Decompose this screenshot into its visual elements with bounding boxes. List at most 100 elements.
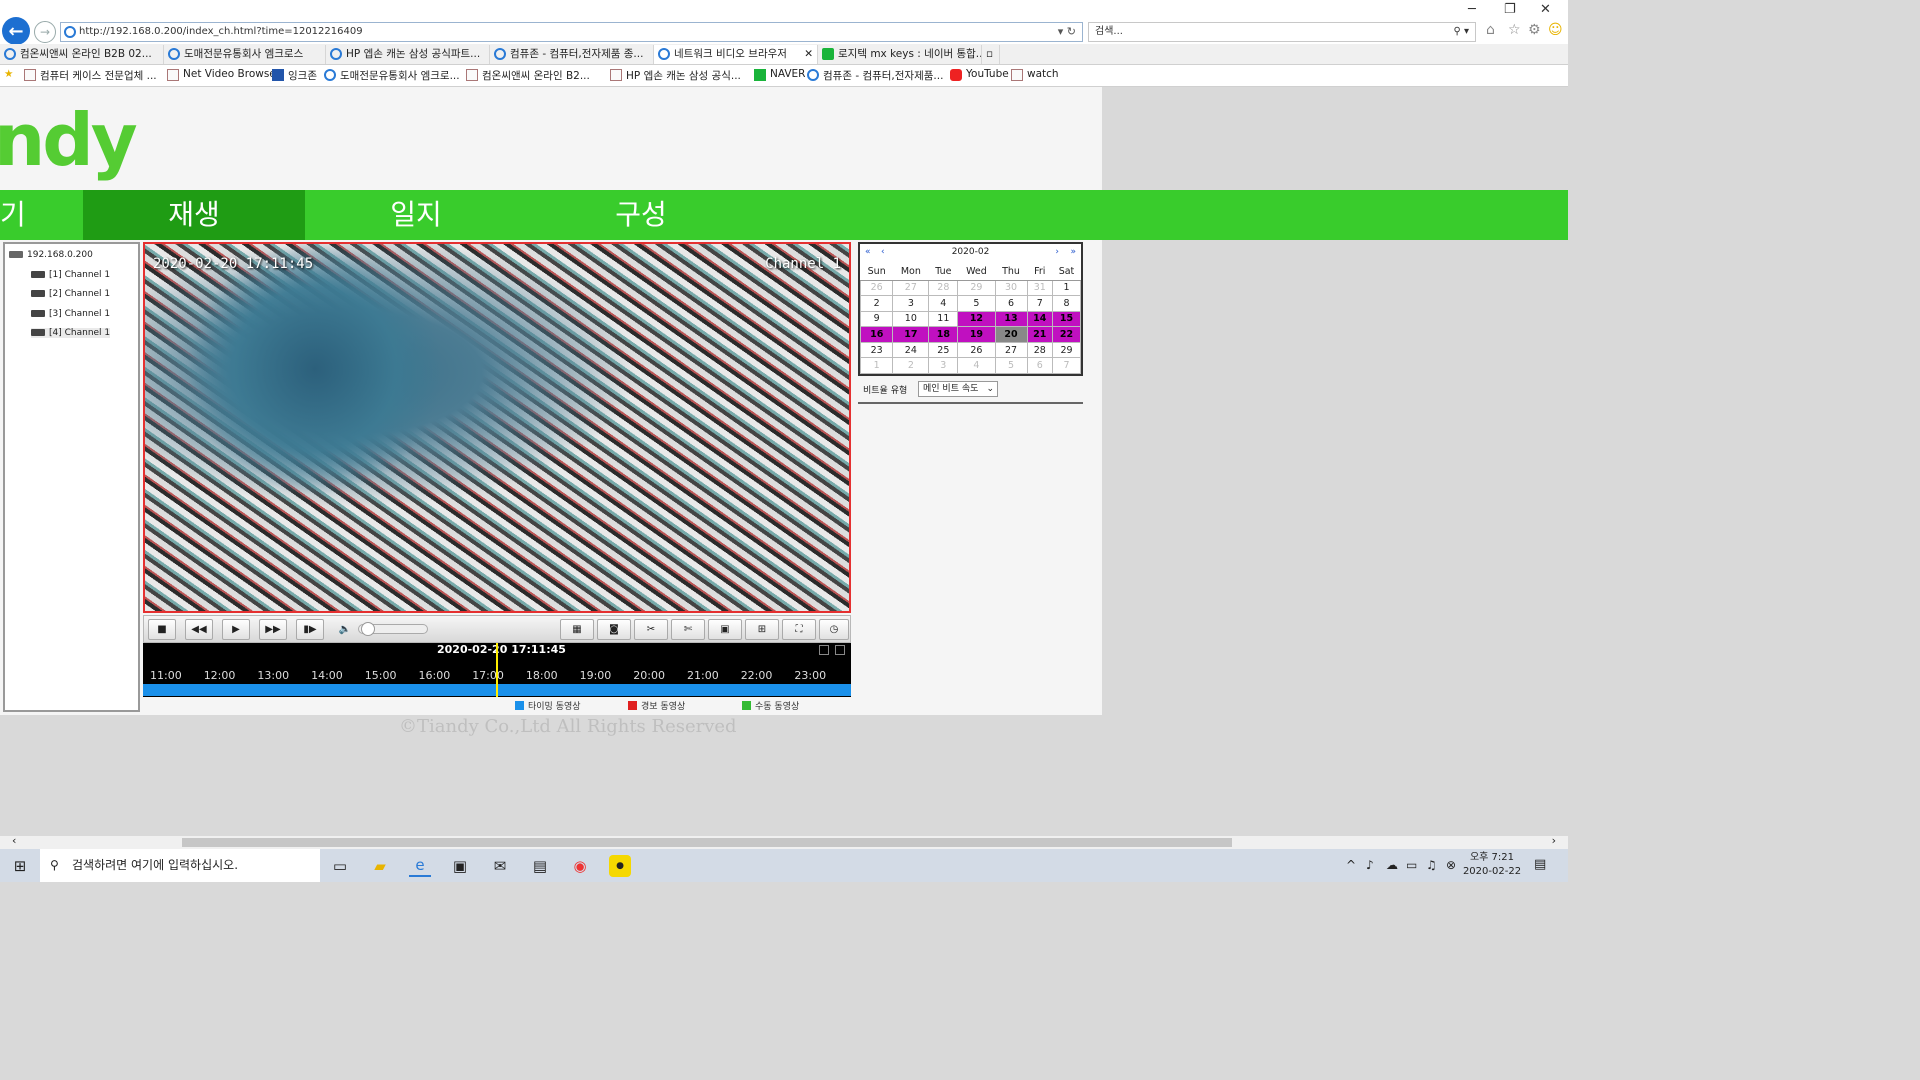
stop-button[interactable]: ■ [148, 619, 176, 640]
volume-icon[interactable]: ♫ [1426, 858, 1437, 872]
calendar-day[interactable]: 1 [1052, 279, 1081, 297]
fav-item-1[interactable]: Net Video Browser [167, 68, 280, 81]
frame-step-button[interactable]: ▮▶ [296, 619, 324, 640]
browser-search-input[interactable]: 검색... ⚲ ▾ [1088, 22, 1476, 42]
bitstream-select[interactable]: 메인 비트 속도 ⌄ [918, 381, 998, 397]
taskbar-search-input[interactable]: ⚲ 검색하려면 여기에 입력하십시오. [40, 849, 320, 882]
tree-root[interactable]: 192.168.0.200 [9, 250, 93, 260]
next-month-icon[interactable]: › [1055, 247, 1059, 257]
search-icon[interactable]: ⚲ ▾ [1453, 23, 1469, 41]
clip-start-button[interactable]: ✂ [634, 619, 668, 640]
microphone-icon[interactable]: ♪ [1366, 858, 1374, 872]
tab-0[interactable]: 컴온씨앤씨 온라인 B2B 02... [0, 45, 164, 64]
restore-icon[interactable]: ❐ [1504, 2, 1516, 17]
timeline[interactable]: 2020-02-20 17:11:45 11:00 12:00 13:00 14:00… [143, 643, 851, 697]
clip-end-button[interactable]: ✄ [671, 619, 705, 640]
calendar-day[interactable]: 18 [928, 326, 959, 343]
calendar-day[interactable]: 29 [1052, 341, 1081, 359]
chrome-icon[interactable]: ◉ [569, 855, 591, 877]
calendar-day[interactable]: 23 [859, 341, 894, 359]
calendar-day[interactable]: 11 [928, 310, 959, 328]
tab-3[interactable]: 컴퓨존 - 컴퓨터,전자제품 종... [490, 45, 654, 64]
calendar-day[interactable]: 7 [1052, 357, 1081, 375]
calendar-day[interactable]: 15 [1052, 310, 1081, 328]
scroll-left-icon[interactable]: ‹ [12, 834, 16, 847]
windows-start-icon[interactable]: ⊞ [9, 855, 31, 877]
calendar-day[interactable]: 2 [892, 357, 930, 375]
calculator-icon[interactable]: ▤ [529, 855, 551, 877]
fav-item-5[interactable]: HP 엡손 캐논 삼성 공식... [610, 68, 741, 83]
menu-item-log[interactable]: 일지 [305, 190, 527, 240]
gear-icon[interactable]: ⚙ [1528, 22, 1541, 38]
tree-channel-2[interactable]: [2] Channel 1 [31, 289, 110, 299]
horizontal-scrollbar[interactable]: ‹ › [0, 834, 1568, 849]
close-tab-icon[interactable]: ✕ [804, 45, 813, 64]
fast-button[interactable]: ▶▶ [259, 619, 287, 640]
calendar-day-selected[interactable]: 20 [994, 326, 1028, 343]
close-window-icon[interactable]: ✕ [1540, 2, 1551, 17]
mail-icon[interactable]: ✉ [489, 855, 511, 877]
kakaotalk-icon[interactable]: ● [609, 855, 631, 877]
tree-channel-4[interactable]: [4] Channel 1 [31, 328, 111, 338]
volume-handle[interactable] [361, 622, 375, 636]
tab-1[interactable]: 도매전문유통회사 엠크로스 [164, 45, 326, 64]
single-view-button[interactable]: ▣ [708, 619, 742, 640]
refresh-icon[interactable]: ▾ ↻ [1058, 23, 1076, 41]
calendar-day[interactable]: 24 [892, 341, 930, 359]
mute-button[interactable]: 🔈 [333, 619, 357, 640]
calendar-day[interactable]: 31 [1026, 279, 1053, 297]
url-field[interactable]: http://192.168.0.200/index_ch.html?time=… [60, 22, 1083, 42]
calendar-day[interactable]: 2 [859, 295, 894, 312]
calendar-day[interactable]: 19 [957, 326, 996, 343]
ime-icon[interactable]: ⊗ [1446, 858, 1456, 872]
tree-channel-3[interactable]: [3] Channel 1 [31, 309, 110, 319]
time-search-button[interactable]: ◷ [819, 619, 849, 640]
fav-item-0[interactable]: 컴퓨터 케이스 전문업체 ... [24, 68, 157, 83]
calendar-day[interactable]: 30 [994, 279, 1028, 297]
prev-year-icon[interactable]: « [865, 247, 871, 257]
tab-2[interactable]: HP 엡손 캐논 삼성 공식파트... [326, 45, 490, 64]
slow-button[interactable]: ◀◀ [185, 619, 213, 640]
tab-4-active[interactable]: 네트워크 비디오 브라우저 ✕ [654, 45, 818, 64]
calendar-day[interactable]: 28 [928, 279, 959, 297]
calendar-day[interactable]: 22 [1052, 326, 1081, 343]
fav-item-2[interactable]: 잉크존 [272, 68, 317, 83]
calendar-day[interactable]: 29 [957, 279, 996, 297]
calendar-day[interactable]: 27 [892, 279, 930, 297]
calendar-day[interactable]: 16 [859, 326, 894, 343]
new-tab-button[interactable]: ▫ [982, 45, 1000, 64]
calendar-day[interactable]: 7 [1026, 295, 1053, 312]
calendar-day[interactable]: 5 [994, 357, 1028, 375]
scroll-right-icon[interactable]: › [1552, 834, 1556, 847]
menu-item-playback[interactable]: 재생 [83, 190, 305, 240]
cloud-icon[interactable]: ☁ [1386, 858, 1398, 872]
snapshot-button[interactable]: ◙ [597, 619, 631, 640]
calendar-day[interactable]: 26 [859, 279, 894, 297]
calendar-day[interactable]: 4 [928, 295, 959, 312]
fav-item-8[interactable]: YouTube [950, 68, 1009, 81]
calendar-day[interactable]: 6 [994, 295, 1028, 312]
calendar-day[interactable]: 14 [1026, 310, 1053, 328]
home-icon[interactable]: ⌂ [1486, 22, 1495, 38]
fav-item-3[interactable]: 도매전문유통회사 엠크로... [324, 68, 460, 83]
calendar-day[interactable]: 4 [957, 357, 996, 375]
internet-explorer-icon[interactable]: e [409, 855, 431, 877]
calendar-day[interactable]: 13 [994, 310, 1028, 328]
star-icon[interactable]: ☆ [1508, 22, 1521, 38]
favorites-star-icon[interactable]: ★ [4, 68, 13, 80]
calendar-day[interactable]: 5 [957, 295, 996, 312]
task-view-icon[interactable]: ▭ [329, 855, 351, 877]
fav-item-4[interactable]: 컴온씨앤씨 온라인 B2... [466, 68, 590, 83]
quad-view-button[interactable]: ⊞ [745, 619, 779, 640]
fav-item-9[interactable]: watch [1011, 68, 1059, 81]
calendar-day[interactable]: 1 [859, 357, 894, 375]
calendar-day[interactable]: 17 [892, 326, 930, 343]
smiley-icon[interactable]: ☺ [1548, 22, 1563, 38]
store-icon[interactable]: ▣ [449, 855, 471, 877]
fav-item-7[interactable]: 컴퓨존 - 컴퓨터,전자제품... [807, 68, 943, 83]
network-icon[interactable]: ▭ [1406, 858, 1417, 872]
tree-channel-1[interactable]: [1] Channel 1 [31, 270, 110, 280]
fav-item-6[interactable]: NAVER [754, 68, 805, 81]
calendar-day[interactable]: 8 [1052, 295, 1081, 312]
video-player[interactable]: 2020-02-20 17:11:45 Channel 1 [143, 242, 851, 613]
